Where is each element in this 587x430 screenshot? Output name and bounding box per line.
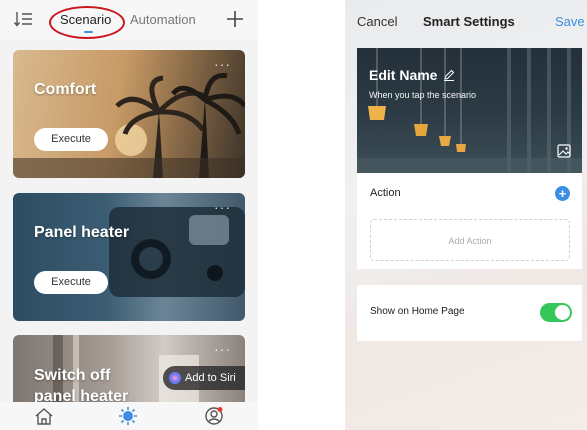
page-title: Smart Settings [423, 14, 515, 29]
scene-card-comfort[interactable]: ··· Comfort Execute [13, 50, 245, 178]
show-on-home-toggle[interactable] [540, 303, 572, 322]
navigation-bar: Cancel Smart Settings Save [345, 0, 587, 40]
home-page-setting: Show on Home Page [357, 285, 582, 341]
home-icon[interactable] [34, 406, 54, 426]
add-action-button[interactable]: Add Action [370, 219, 570, 261]
scene-icon[interactable] [118, 406, 138, 426]
scene-cover-image[interactable]: Edit Name When you tap the scenario [357, 48, 582, 173]
scene-name-edit[interactable]: Edit Name [369, 67, 455, 83]
scene-name-text: Edit Name [369, 67, 438, 83]
add-to-siri-label: Add to Siri [185, 372, 236, 384]
tab-automation[interactable]: Automation [130, 12, 196, 27]
scene-title: Comfort [34, 81, 97, 98]
controller-image [109, 207, 245, 297]
execute-button[interactable]: Execute [34, 128, 108, 151]
profile-icon[interactable] [204, 406, 224, 426]
pencil-icon[interactable] [443, 69, 455, 81]
more-icon[interactable]: ··· [214, 199, 231, 215]
active-tab-indicator [84, 31, 93, 33]
more-icon[interactable]: ··· [214, 341, 231, 357]
toggle-knob [555, 305, 570, 320]
cancel-button[interactable]: Cancel [357, 14, 397, 29]
save-button[interactable]: Save [555, 14, 585, 29]
more-icon[interactable]: ··· [214, 56, 231, 72]
add-to-siri-button[interactable]: Add to Siri [163, 366, 245, 390]
execute-button[interactable]: Execute [34, 271, 108, 294]
top-tab-bar: Scenario Automation [0, 0, 258, 40]
sort-icon[interactable] [13, 10, 33, 28]
scene-title: Switch off panel heater [34, 367, 129, 405]
add-action-icon[interactable]: + [555, 186, 570, 201]
smart-settings-screen: Cancel Smart Settings Save Edit Name Whe… [345, 0, 587, 430]
tab-scenario[interactable]: Scenario [60, 12, 111, 27]
plus-icon[interactable] [226, 10, 244, 28]
sunset-palm-image [13, 73, 245, 178]
image-icon[interactable] [557, 144, 571, 158]
siri-icon [169, 372, 181, 384]
action-section: Action + Add Action [357, 173, 582, 269]
bottom-navigation [0, 402, 258, 430]
home-page-label: Show on Home Page [370, 306, 465, 317]
action-label: Action [370, 187, 401, 199]
scene-card-panel-heater[interactable]: ··· Panel heater Execute [13, 193, 245, 321]
screenshot-stage: Scenario Automation ··· Comfort Execute [0, 0, 587, 430]
scenario-list-screen: Scenario Automation ··· Comfort Execute [0, 0, 258, 430]
scene-trigger-description: When you tap the scenario [369, 90, 477, 100]
scene-title: Panel heater [34, 224, 130, 241]
